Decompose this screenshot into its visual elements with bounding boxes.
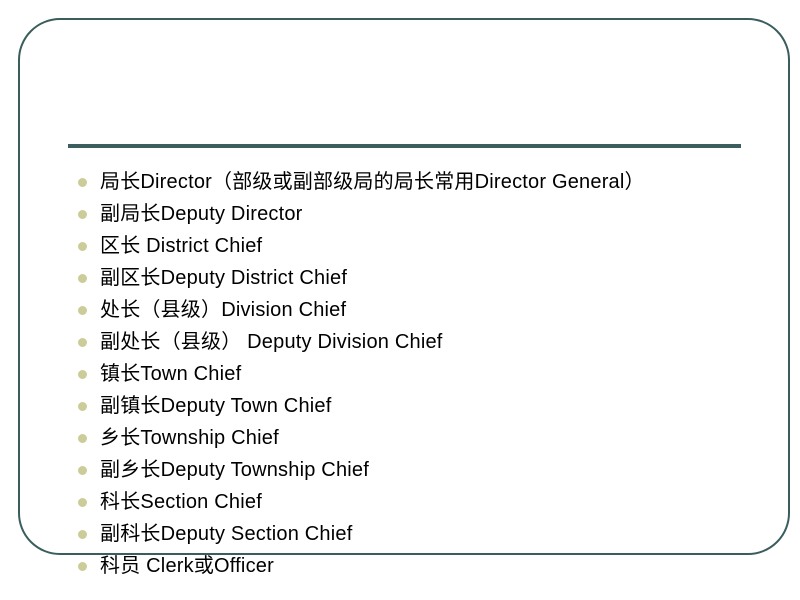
list-item[interactable]: 副乡长Deputy Township Chief bbox=[68, 454, 788, 486]
slide-title bbox=[68, 40, 741, 140]
list-item-label: 科长Section Chief bbox=[100, 491, 262, 513]
list-item-label: 区长 District Chief bbox=[100, 235, 263, 257]
disc-bullet-icon bbox=[78, 306, 87, 315]
list-item[interactable]: 科长Section Chief bbox=[68, 486, 788, 518]
list-item[interactable]: 副镇长Deputy Town Chief bbox=[68, 390, 788, 422]
disc-bullet-icon bbox=[78, 498, 87, 507]
disc-bullet-icon bbox=[78, 274, 87, 283]
list-item[interactable]: 局长Director（部级或副部级局的局长常用Director General） bbox=[68, 166, 788, 198]
disc-bullet-icon bbox=[78, 370, 87, 379]
disc-bullet-icon bbox=[78, 210, 87, 219]
list-item-label: 处长（县级）Division Chief bbox=[100, 299, 347, 321]
disc-bullet-icon bbox=[78, 178, 87, 187]
bullet-list: 局长Director（部级或副部级局的局长常用Director General）… bbox=[68, 166, 788, 582]
list-item-label: 副局长Deputy Director bbox=[100, 203, 303, 225]
slide-canvas: 局长Director（部级或副部级局的局长常用Director General）… bbox=[0, 0, 800, 600]
list-item-label: 副乡长Deputy Township Chief bbox=[100, 459, 369, 481]
list-item-label: 科员 Clerk或Officer bbox=[100, 555, 274, 577]
list-item[interactable]: 副处长（县级） Deputy Division Chief bbox=[68, 326, 788, 358]
disc-bullet-icon bbox=[78, 562, 87, 571]
disc-bullet-icon bbox=[78, 242, 87, 251]
list-item[interactable]: 副区长Deputy District Chief bbox=[68, 262, 788, 294]
list-item-label: 乡长Township Chief bbox=[100, 427, 279, 449]
disc-bullet-icon bbox=[78, 434, 87, 443]
list-item-label: 副处长（县级） Deputy Division Chief bbox=[100, 331, 443, 353]
disc-bullet-icon bbox=[78, 338, 87, 347]
list-item[interactable]: 科员 Clerk或Officer bbox=[68, 550, 788, 582]
list-item[interactable]: 镇长Town Chief bbox=[68, 358, 788, 390]
disc-bullet-icon bbox=[78, 530, 87, 539]
list-item[interactable]: 副科长Deputy Section Chief bbox=[68, 518, 788, 550]
list-item[interactable]: 副局长Deputy Director bbox=[68, 198, 788, 230]
list-item-label: 副镇长Deputy Town Chief bbox=[100, 395, 332, 417]
list-item-label: 副区长Deputy District Chief bbox=[100, 267, 348, 289]
list-item-label: 副科长Deputy Section Chief bbox=[100, 523, 353, 545]
list-item[interactable]: 区长 District Chief bbox=[68, 230, 788, 262]
list-item[interactable]: 处长（县级）Division Chief bbox=[68, 294, 788, 326]
list-item-label: 局长Director（部级或副部级局的局长常用Director General） bbox=[100, 171, 645, 193]
disc-bullet-icon bbox=[78, 402, 87, 411]
disc-bullet-icon bbox=[78, 466, 87, 475]
title-divider-line bbox=[68, 144, 741, 148]
list-item-label: 镇长Town Chief bbox=[100, 363, 242, 385]
list-item[interactable]: 乡长Township Chief bbox=[68, 422, 788, 454]
